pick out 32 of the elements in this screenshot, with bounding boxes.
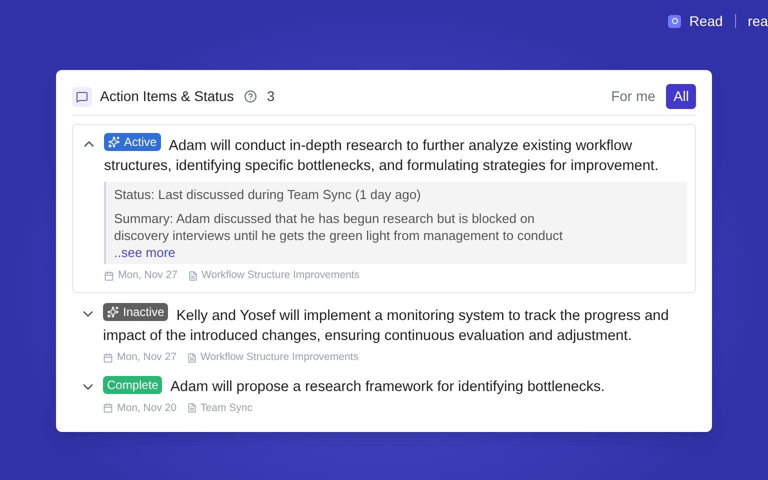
action-item-text: Complete Adam will propose a research framework for identifying bottlenecks.	[103, 376, 688, 396]
sparkle-icon	[107, 306, 119, 318]
calendar-icon	[103, 352, 113, 363]
item-count: 3	[266, 87, 275, 106]
status-badge: Complete	[103, 376, 162, 394]
item-date: Mon, Nov 20	[117, 400, 177, 416]
action-item-text: Inactive Kelly and Yosef will implement a monitoring system to track the progress and impact of the introduced changes, ensuring continuous evaluation and adjustment.	[103, 302, 670, 346]
see-more-link[interactable]: ..see more	[114, 245, 176, 260]
item-date: Mon, Nov 27	[117, 350, 177, 365]
calendar-icon	[103, 403, 113, 414]
chat-icon	[72, 86, 92, 106]
item-source: Team Sync	[200, 400, 252, 416]
summary-text: Summary: Adam discussed that he has begun research but is blocked on discovery interviews until he gets the green light from management to conduct ..see more	[114, 210, 564, 261]
logo-icon	[668, 14, 682, 28]
document-icon	[186, 352, 197, 363]
calendar-icon	[104, 270, 114, 281]
action-item-text: Active Adam will conduct in-depth research to further analyze existing workflow structures, identifying specific bottlenecks, and formulating strategies for improvement.	[104, 133, 660, 176]
document-icon	[186, 403, 197, 414]
brand-name: Read	[689, 12, 723, 30]
status-text: Status: Last discussed during Team Sync (1 day ago)	[114, 186, 422, 204]
filter-tab[interactable]: For me	[604, 84, 662, 109]
item-date: Mon, Nov 27	[118, 268, 178, 283]
brand-text: rea	[748, 12, 768, 30]
help-icon[interactable]	[244, 90, 257, 103]
sparkle-icon	[108, 136, 120, 148]
document-icon	[188, 270, 198, 281]
item-source: Workflow Structure Improvements	[202, 268, 360, 283]
filter-tab[interactable]: All	[666, 84, 696, 109]
item-source: Workflow Structure Improvements	[200, 350, 358, 365]
status-badge: Inactive	[103, 302, 168, 321]
panel-title: Action Items & Status	[100, 87, 234, 106]
status-badge: Active	[104, 133, 161, 151]
